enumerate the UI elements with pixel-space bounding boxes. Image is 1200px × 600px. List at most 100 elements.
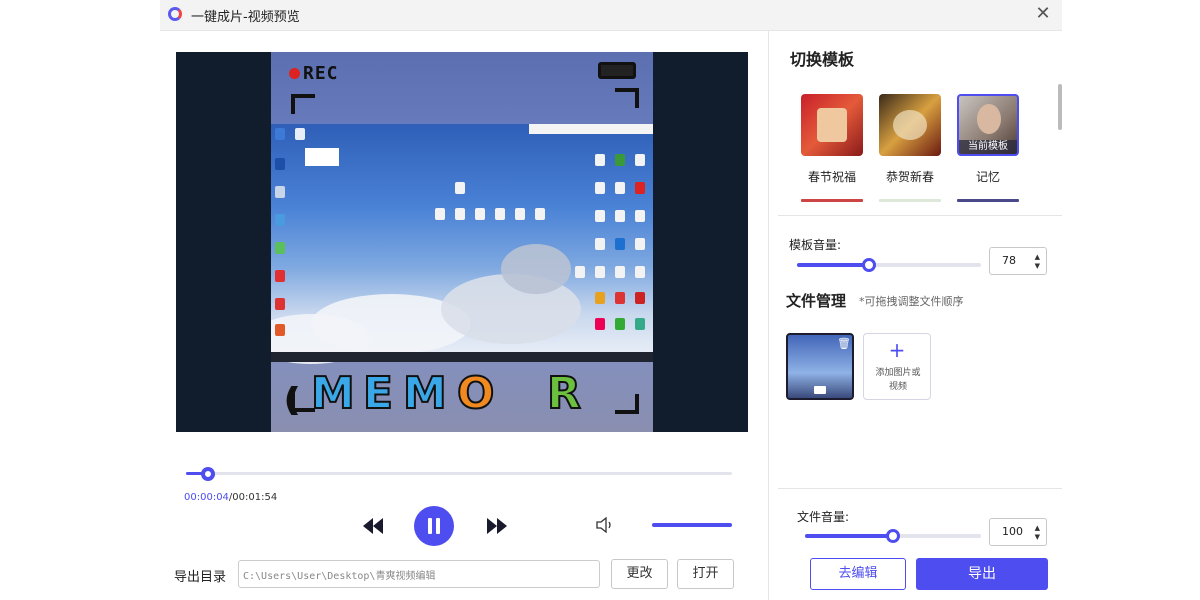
desktop-app-icon xyxy=(275,158,285,170)
desktop-file-icon xyxy=(515,208,525,220)
decrement-icon[interactable]: ▼ xyxy=(1035,263,1040,270)
add-media-button[interactable]: + 添加图片或 视频 xyxy=(863,333,931,400)
desktop-screenshot xyxy=(271,124,653,364)
desktop-file-icon xyxy=(635,154,645,166)
rec-indicator: REC xyxy=(289,63,339,84)
template-thumb-art xyxy=(893,110,927,140)
export-dir-label: 导出目录 xyxy=(174,570,227,585)
add-media-label-line2: 视频 xyxy=(888,382,907,392)
file-manager-hint: *可拖拽调整文件顺序 xyxy=(859,295,964,308)
file-volume-value: 100 xyxy=(1002,525,1023,538)
desktop-file-icon xyxy=(615,238,625,250)
video-camera-icon xyxy=(814,386,826,394)
template-row-peek xyxy=(801,199,863,202)
file-volume-handle[interactable] xyxy=(886,529,900,543)
rewind-icon[interactable] xyxy=(362,517,384,535)
desktop-app-icon xyxy=(275,298,285,310)
desktop-app-icon xyxy=(275,214,285,226)
playback-progress[interactable] xyxy=(186,467,732,481)
desktop-app-icon xyxy=(275,324,285,336)
desktop-file-icon xyxy=(535,208,545,220)
decrement-icon[interactable]: ▼ xyxy=(1035,534,1040,541)
export-path-input[interactable] xyxy=(238,560,600,588)
desktop-file-icon xyxy=(435,208,445,220)
change-dir-button[interactable]: 更改 xyxy=(611,559,668,589)
file-volume-stepper[interactable]: 100 ▲ ▼ xyxy=(989,518,1047,546)
template-volume-value: 78 xyxy=(1002,254,1016,267)
memo-bracket: ( xyxy=(284,383,300,418)
memo-artwork: ( M E M O R xyxy=(284,364,635,420)
file-volume-slider[interactable] xyxy=(805,529,981,543)
desktop-app-icon xyxy=(295,128,305,140)
video-preview[interactable]: REC (M E M O R xyxy=(176,52,748,432)
template-thumb-new-year[interactable] xyxy=(879,94,941,156)
desktop-file-icon xyxy=(595,154,605,166)
export-button[interactable]: 导出 xyxy=(916,558,1048,590)
desktop-app-icon xyxy=(275,186,285,198)
template-volume-fill xyxy=(797,263,869,267)
template-name: 恭贺新春 xyxy=(885,170,934,184)
increment-icon[interactable]: ▲ xyxy=(1035,525,1040,532)
progress-handle[interactable] xyxy=(200,467,215,481)
desktop-file-icon xyxy=(615,318,625,330)
close-icon[interactable]: ✕ xyxy=(1032,3,1054,25)
title-bar: 一键成片-视频预览 ✕ xyxy=(160,0,1062,31)
trash-icon[interactable]: 🗑 xyxy=(837,337,851,350)
file-item[interactable]: 🗑 xyxy=(786,333,854,400)
desktop-file-icon xyxy=(615,210,625,222)
template-row-peek xyxy=(879,199,941,202)
fast-forward-icon[interactable] xyxy=(486,517,508,535)
desktop-file-icon xyxy=(635,238,645,250)
desktop-file-icon xyxy=(455,182,465,194)
desktop-file-icon xyxy=(595,238,605,250)
template-volume-label: 模板音量: xyxy=(789,238,842,252)
app-logo-icon xyxy=(168,7,182,21)
template-name: 春节祝福 xyxy=(807,170,856,184)
screenshot-toolbar xyxy=(529,124,653,134)
panel-divider xyxy=(768,31,769,600)
template-row-peek xyxy=(957,199,1019,202)
pause-icon[interactable] xyxy=(414,506,454,546)
template-thumb-art xyxy=(977,104,1001,134)
desktop-file-icon xyxy=(595,266,605,278)
desktop-file-icon xyxy=(575,266,585,278)
plus-icon: + xyxy=(888,338,906,362)
desktop-file-icon xyxy=(635,318,645,330)
go-edit-button[interactable]: 去编辑 xyxy=(810,558,906,590)
desktop-file-icon xyxy=(635,266,645,278)
desktop-file-icon xyxy=(615,182,625,194)
section-divider xyxy=(778,215,1062,216)
volume-icon[interactable] xyxy=(596,517,614,533)
taskbar xyxy=(271,352,653,362)
memo-letter: M xyxy=(310,368,356,419)
desktop-file-icon xyxy=(615,154,625,166)
desktop-file-icon xyxy=(635,182,645,194)
current-time: 00:00:04 xyxy=(184,492,229,503)
template-thumb-spring-blessing[interactable] xyxy=(801,94,863,156)
current-template-badge: 当前模板 xyxy=(959,140,1017,154)
desktop-app-icon xyxy=(275,270,285,282)
template-volume-handle[interactable] xyxy=(861,258,876,272)
desktop-file-icon xyxy=(595,318,605,330)
window-title: 一键成片-视频预览 xyxy=(191,10,300,25)
template-scrollbar[interactable] xyxy=(1058,84,1062,130)
desktop-file-icon xyxy=(475,208,485,220)
template-thumb-memory[interactable]: 当前模板 xyxy=(957,94,1019,156)
tooltip-popup xyxy=(305,148,339,166)
desktop-file-icon xyxy=(455,208,465,220)
increment-icon[interactable]: ▲ xyxy=(1035,254,1040,261)
template-volume-slider[interactable] xyxy=(797,258,981,272)
file-manager-title: 文件管理 xyxy=(786,292,847,310)
video-frame: REC (M E M O R xyxy=(271,52,653,432)
file-volume-fill xyxy=(805,534,893,538)
playback-volume-slider[interactable] xyxy=(652,523,732,527)
desktop-app-icon xyxy=(275,128,285,140)
memo-letter: R xyxy=(546,368,582,419)
desktop-file-icon xyxy=(595,210,605,222)
open-dir-button[interactable]: 打开 xyxy=(677,559,734,589)
desktop-file-icon xyxy=(635,292,645,304)
rec-label: REC xyxy=(303,63,339,84)
desktop-file-icon xyxy=(495,208,505,220)
template-volume-stepper[interactable]: 78 ▲ ▼ xyxy=(989,247,1047,275)
battery-icon xyxy=(598,62,636,79)
